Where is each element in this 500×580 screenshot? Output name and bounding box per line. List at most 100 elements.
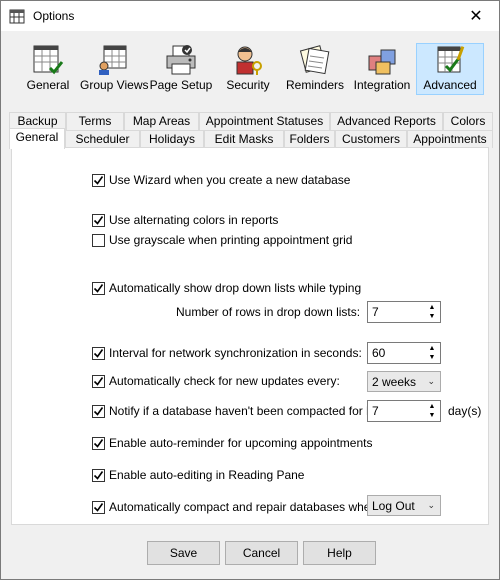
interval-value: 60: [372, 346, 386, 360]
tab-folders[interactable]: Folders: [284, 130, 335, 148]
editing-checkbox[interactable]: [92, 468, 105, 482]
toolbar-label: Security: [226, 78, 270, 92]
notify-spinner[interactable]: 7 ▲ ▼: [367, 400, 441, 422]
options-window: Options ✕ General Group Views Page Setup…: [0, 0, 500, 580]
notes-icon: [299, 45, 330, 75]
close-button[interactable]: ✕: [453, 1, 499, 31]
toolbar-label: Integration: [353, 78, 411, 92]
alt-colors-checkbox[interactable]: [92, 213, 105, 227]
notify-checkbox[interactable]: [92, 404, 105, 418]
chevron-down-icon: ⌄: [427, 500, 435, 510]
toolbar-label: Page Setup: [149, 78, 213, 92]
tab-holidays[interactable]: Holidays: [140, 130, 204, 148]
close-icon: ✕: [469, 8, 483, 25]
wizard-checkbox-row[interactable]: Use Wizard when you create a new databas…: [92, 172, 350, 188]
spin-down-icon[interactable]: ▼: [425, 312, 439, 321]
chevron-down-icon: ⌄: [427, 376, 435, 386]
tab-colors[interactable]: Colors: [443, 112, 493, 130]
window-title: Options: [33, 9, 75, 23]
compact-checkbox[interactable]: [92, 500, 105, 514]
toolbar-advanced[interactable]: Advanced: [416, 43, 484, 95]
spin-up-icon[interactable]: ▲: [425, 344, 439, 353]
blocks-icon: [368, 49, 396, 75]
options-toolbar: General Group Views Page Setup Security …: [1, 31, 499, 99]
grayscale-checkbox-row[interactable]: Use grayscale when printing appointment …: [92, 232, 352, 248]
title-bar: Options ✕: [1, 1, 499, 31]
tab-advanced-reports[interactable]: Advanced Reports: [330, 112, 443, 130]
toolbar-integration[interactable]: Integration: [348, 44, 416, 94]
reminder-checkbox[interactable]: [92, 436, 105, 450]
grayscale-label: Use grayscale when printing appointment …: [109, 233, 353, 247]
calendar-check-icon: [33, 45, 64, 75]
tab-general[interactable]: General: [9, 128, 65, 149]
help-button[interactable]: Help: [303, 541, 376, 565]
notify-label: Notify if a database haven't been compac…: [109, 404, 385, 418]
tab-customers[interactable]: Customers: [335, 130, 407, 148]
check-icon: [93, 438, 104, 448]
save-button[interactable]: Save: [147, 541, 220, 565]
dropdown-label: Automatically show drop down lists while…: [109, 281, 362, 295]
toolbar-general[interactable]: General: [14, 44, 82, 94]
toolbar-label: General: [26, 78, 70, 92]
check-icon: [93, 470, 104, 480]
grayscale-checkbox[interactable]: [92, 233, 105, 247]
spin-down-icon[interactable]: ▼: [425, 353, 439, 362]
interval-label: Interval for network synchronization in …: [109, 346, 362, 360]
spin-up-icon[interactable]: ▲: [425, 303, 439, 312]
updates-checkbox[interactable]: [92, 374, 105, 388]
updates-dropdown[interactable]: 2 weeks ⌄: [367, 371, 441, 392]
toolbar-label: Group Views: [80, 78, 149, 92]
updates-checkbox-row[interactable]: Automatically check for new updates ever…: [92, 373, 340, 389]
compact-dropdown[interactable]: Log Out ⌄: [367, 495, 441, 516]
toolbar-page-setup[interactable]: Page Setup: [147, 44, 215, 94]
calendar-gear-icon: [437, 46, 465, 73]
rows-spinner[interactable]: 7 ▲ ▼: [367, 301, 441, 323]
dropdown-checkbox-row[interactable]: Automatically show drop down lists while…: [92, 280, 361, 296]
updates-value: 2 weeks: [372, 375, 417, 389]
toolbar-security[interactable]: Security: [214, 44, 282, 94]
spin-down-icon[interactable]: ▼: [425, 411, 439, 420]
rows-value: 7: [372, 305, 379, 319]
tab-terms[interactable]: Terms: [66, 112, 124, 130]
notify-value: 7: [372, 404, 379, 418]
tab-map-areas[interactable]: Map Areas: [124, 112, 199, 130]
check-icon: [93, 406, 104, 416]
compact-checkbox-row[interactable]: Automatically compact and repair databas…: [92, 499, 380, 515]
notify-checkbox-row[interactable]: Notify if a database haven't been compac…: [92, 403, 385, 419]
interval-checkbox-row[interactable]: Interval for network synchronization in …: [92, 345, 362, 361]
check-icon: [93, 283, 104, 293]
toolbar-reminders[interactable]: Reminders: [281, 44, 349, 94]
tab-appointment-statuses[interactable]: Appointment Statuses: [199, 112, 330, 130]
alt-colors-label: Use alternating colors in reports: [109, 213, 279, 227]
user-key-icon: [236, 46, 262, 75]
interval-spinner[interactable]: 60 ▲ ▼: [367, 342, 441, 364]
spin-up-icon[interactable]: ▲: [425, 402, 439, 411]
cancel-button[interactable]: Cancel: [225, 541, 298, 565]
wizard-checkbox[interactable]: [92, 173, 105, 187]
check-icon: [93, 376, 104, 386]
compact-value: Log Out: [372, 499, 415, 513]
compact-label: Automatically compact and repair databas…: [109, 500, 381, 514]
editing-label: Enable auto-editing in Reading Pane: [109, 468, 305, 482]
printer-icon: [166, 45, 196, 75]
toolbar-group-views[interactable]: Group Views: [80, 44, 148, 94]
interval-checkbox[interactable]: [92, 346, 105, 360]
toolbar-label: Reminders: [285, 78, 345, 92]
dropdown-checkbox[interactable]: [92, 281, 105, 295]
alt-colors-checkbox-row[interactable]: Use alternating colors in reports: [92, 212, 278, 228]
editing-checkbox-row[interactable]: Enable auto-editing in Reading Pane: [92, 467, 304, 483]
check-icon: [93, 502, 104, 512]
tab-edit-masks[interactable]: Edit Masks: [204, 130, 284, 148]
tab-appointments[interactable]: Appointments: [407, 130, 493, 148]
tab-scheduler[interactable]: Scheduler: [65, 130, 140, 148]
app-icon: [9, 9, 25, 24]
grid-people-icon: [99, 45, 127, 75]
check-icon: [93, 175, 104, 185]
check-icon: [93, 348, 104, 358]
reminder-label: Enable auto-reminder for upcoming appoin…: [109, 436, 373, 450]
updates-label: Automatically check for new updates ever…: [109, 374, 340, 388]
toolbar-label: Advanced: [423, 78, 477, 92]
notify-unit-label: day(s): [448, 404, 482, 418]
check-icon: [93, 215, 104, 225]
reminder-checkbox-row[interactable]: Enable auto-reminder for upcoming appoin…: [92, 435, 372, 451]
